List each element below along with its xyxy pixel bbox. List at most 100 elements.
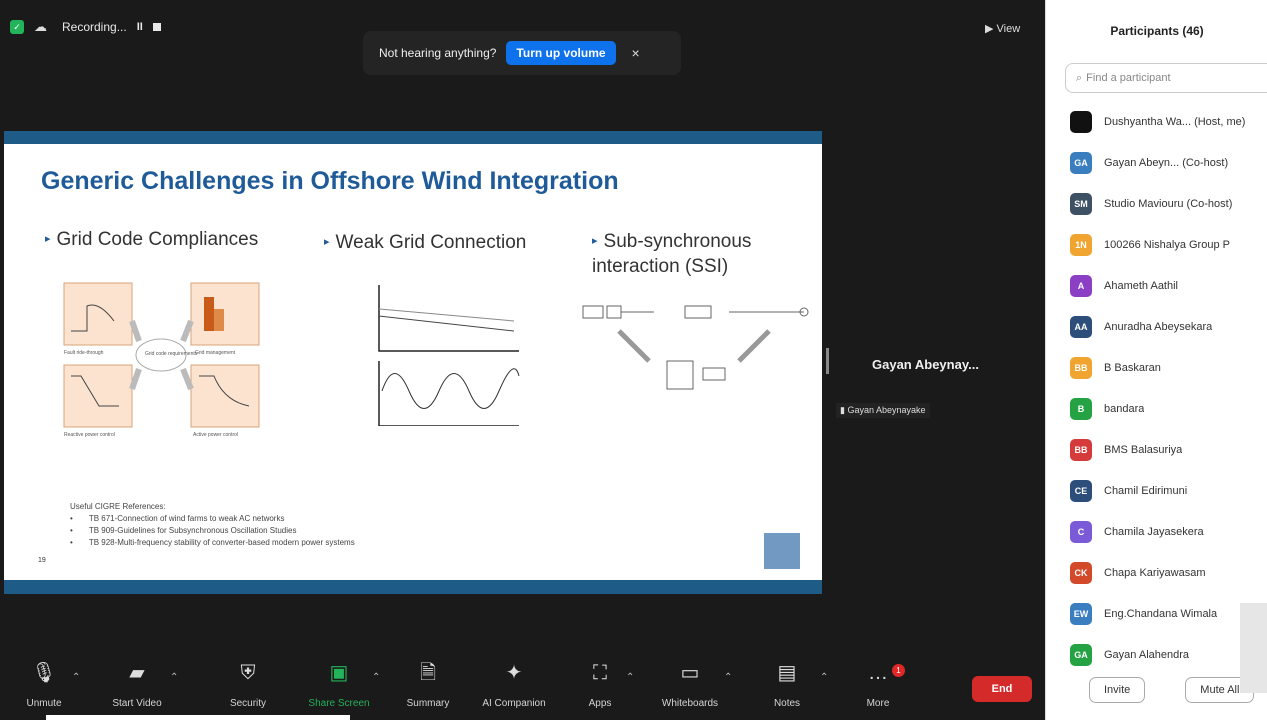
video-options-chevron-icon[interactable]: ⌃: [170, 672, 178, 683]
view-label: View: [996, 23, 1021, 35]
search-placeholder: Find a participant: [1086, 72, 1171, 84]
more-button[interactable]: … More: [838, 660, 918, 709]
ref-item: • TB 671-Connection of wind farms to weak…: [70, 514, 285, 523]
column-heading-grid-code: ▸ Grid Code Compliances: [45, 229, 259, 250]
share-screen-icon: ▣: [329, 662, 349, 684]
participant-row[interactable]: Dushyantha Wa... (Host, me): [1070, 101, 1267, 142]
label-reactive-power: Reactive power control: [64, 432, 115, 438]
share-options-chevron-icon[interactable]: ⌃: [372, 672, 380, 683]
recording-label: Recording...: [62, 20, 127, 34]
notes-icon: ▤: [777, 662, 797, 684]
apps-chevron-icon[interactable]: ⌃: [626, 672, 634, 683]
notes-button[interactable]: ▤ Notes: [747, 660, 827, 709]
participant-name: Chamila Jayasekera: [1104, 525, 1204, 538]
participant-row[interactable]: EW Eng.Chandana Wimala: [1070, 593, 1267, 634]
column-heading-weak-grid: ▸ Weak Grid Connection: [324, 232, 527, 253]
avatar: SM: [1070, 192, 1092, 215]
label-grid-code-req: Grid code requirements: [145, 351, 198, 357]
participant-name: Dushyantha Wa... (Host, me): [1104, 115, 1246, 128]
floating-thumbnail[interactable]: [1240, 603, 1267, 693]
slide-bottom-bar: [4, 580, 822, 594]
ref-item: • TB 928-Multi-frequency stability of con…: [70, 538, 355, 547]
ai-companion-button[interactable]: ✦ AI Companion: [474, 660, 554, 709]
avatar: BB: [1070, 356, 1092, 379]
bottom-strip: [46, 715, 350, 720]
pause-recording-button[interactable]: II: [137, 21, 143, 33]
search-icon: ⌕: [1076, 71, 1083, 84]
participant-name: Chapa Kariyawasam: [1104, 566, 1206, 579]
apps-button[interactable]: ⛶ Apps: [560, 660, 640, 709]
participant-name: BMS Balasuriya: [1104, 443, 1183, 456]
participant-row[interactable]: GA Gayan Abeyn... (Co-host): [1070, 142, 1267, 183]
start-video-button[interactable]: ▰ Start Video: [97, 660, 177, 709]
participant-row[interactable]: BB B Baskaran: [1070, 347, 1267, 388]
avatar: C: [1070, 520, 1092, 543]
whiteboards-button[interactable]: ▭ Whiteboards: [650, 660, 730, 709]
sparkle-icon: ✦: [505, 662, 523, 684]
video-off-icon: ▰: [129, 662, 145, 684]
share-screen-button[interactable]: ▣ Share Screen: [299, 660, 379, 709]
participant-row[interactable]: AA Anuradha Abeysekara: [1070, 306, 1267, 347]
slide-page-number: 19: [38, 557, 46, 564]
participant-row[interactable]: CK Chapa Kariyawasam: [1070, 552, 1267, 593]
whiteboards-chevron-icon[interactable]: ⌃: [724, 672, 732, 683]
participant-name: Eng.Chandana Wimala: [1104, 607, 1218, 620]
participant-row[interactable]: GA Gayan Alahendra: [1070, 634, 1267, 675]
avatar: 1N: [1070, 233, 1092, 256]
end-meeting-button[interactable]: End: [972, 676, 1032, 702]
participant-name: Chamil Edirimuni: [1104, 484, 1188, 497]
participant-row[interactable]: BB BMS Balasuriya: [1070, 429, 1267, 470]
grid-code-diagram: Fault ride-through Grid code requirement…: [63, 282, 260, 438]
more-notification-badge: 1: [892, 664, 905, 677]
shield-icon: ⛨: [240, 662, 256, 684]
ssi-diagram: [582, 305, 809, 390]
participant-row[interactable]: 1N 100266 Nishalya Group P: [1070, 224, 1267, 265]
avatar: EW: [1070, 602, 1092, 625]
view-button[interactable]: ▶ View: [985, 22, 1020, 35]
encryption-shield-icon[interactable]: ✓: [10, 20, 24, 34]
refs-title: Useful CIGRE References:: [70, 502, 166, 511]
participant-name: Anuradha Abeysekara: [1104, 320, 1213, 333]
participant-name: bandara: [1104, 402, 1145, 415]
label-active-power: Active power control: [193, 432, 238, 438]
participant-name: 100266 Nishalya Group P: [1104, 238, 1230, 251]
ref-item: • TB 909-Guidelines for Subsynchronous Os…: [70, 526, 297, 535]
participant-row[interactable]: Bbandara: [1070, 388, 1267, 429]
participants-panel: Participants (46) ⌕ Find a participant D…: [1045, 0, 1267, 720]
audio-options-chevron-icon[interactable]: ⌃: [72, 672, 80, 683]
participant-list: Dushyantha Wa... (Host, me) GA Gayan Abeyn…: [1070, 101, 1267, 675]
unmute-button[interactable]: 🎙 Unmute: [4, 660, 84, 709]
panel-splitter[interactable]: [826, 348, 829, 374]
close-icon[interactable]: ×: [632, 45, 640, 61]
avatar: [1070, 110, 1092, 133]
apps-icon: ⛶: [593, 662, 607, 684]
summary-button[interactable]: 🗎 Summary: [388, 660, 468, 709]
turn-up-volume-button[interactable]: Turn up volume: [506, 41, 616, 65]
notes-chevron-icon[interactable]: ⌃: [820, 672, 828, 683]
avatar: BB: [1070, 438, 1092, 461]
participant-search-input[interactable]: ⌕ Find a participant: [1065, 63, 1267, 93]
participant-row[interactable]: SM Studio Maviouru (Co-host): [1070, 183, 1267, 224]
participant-name: Gayan Alahendra: [1104, 648, 1190, 661]
more-icon: …: [868, 662, 888, 684]
cigre-logo: [764, 533, 800, 569]
label-grid-management: Grid management: [195, 350, 236, 356]
avatar: CK: [1070, 561, 1092, 584]
security-button[interactable]: ⛨ Security: [208, 660, 288, 709]
audio-toast: Not hearing anything? Turn up volume ×: [363, 31, 681, 75]
cigre-references: Useful CIGRE References: • TB 671-Connect…: [70, 501, 355, 549]
participant-row[interactable]: CE Chamil Edirimuni: [1070, 470, 1267, 511]
stop-recording-button[interactable]: [152, 23, 161, 31]
invite-button[interactable]: Invite: [1089, 677, 1146, 703]
avatar: B: [1070, 397, 1092, 420]
label-fault-ride-through: Fault ride-through: [64, 350, 104, 356]
participant-name: Studio Maviouru (Co-host): [1104, 197, 1233, 210]
meeting-stage: ✓ ☁ Recording... II ▶ View Not hearing a…: [0, 0, 1045, 720]
participant-row[interactable]: A Ahameth Aathil: [1070, 265, 1267, 306]
avatar: A: [1070, 274, 1092, 297]
mic-muted-icon: 🎙: [31, 662, 57, 684]
participant-name: Gayan Abeyn... (Co-host): [1104, 156, 1229, 169]
participant-row[interactable]: C Chamila Jayasekera: [1070, 511, 1267, 552]
speaker-tag: ▮ Gayan Abeynayake: [836, 403, 930, 418]
avatar: AA: [1070, 315, 1092, 338]
